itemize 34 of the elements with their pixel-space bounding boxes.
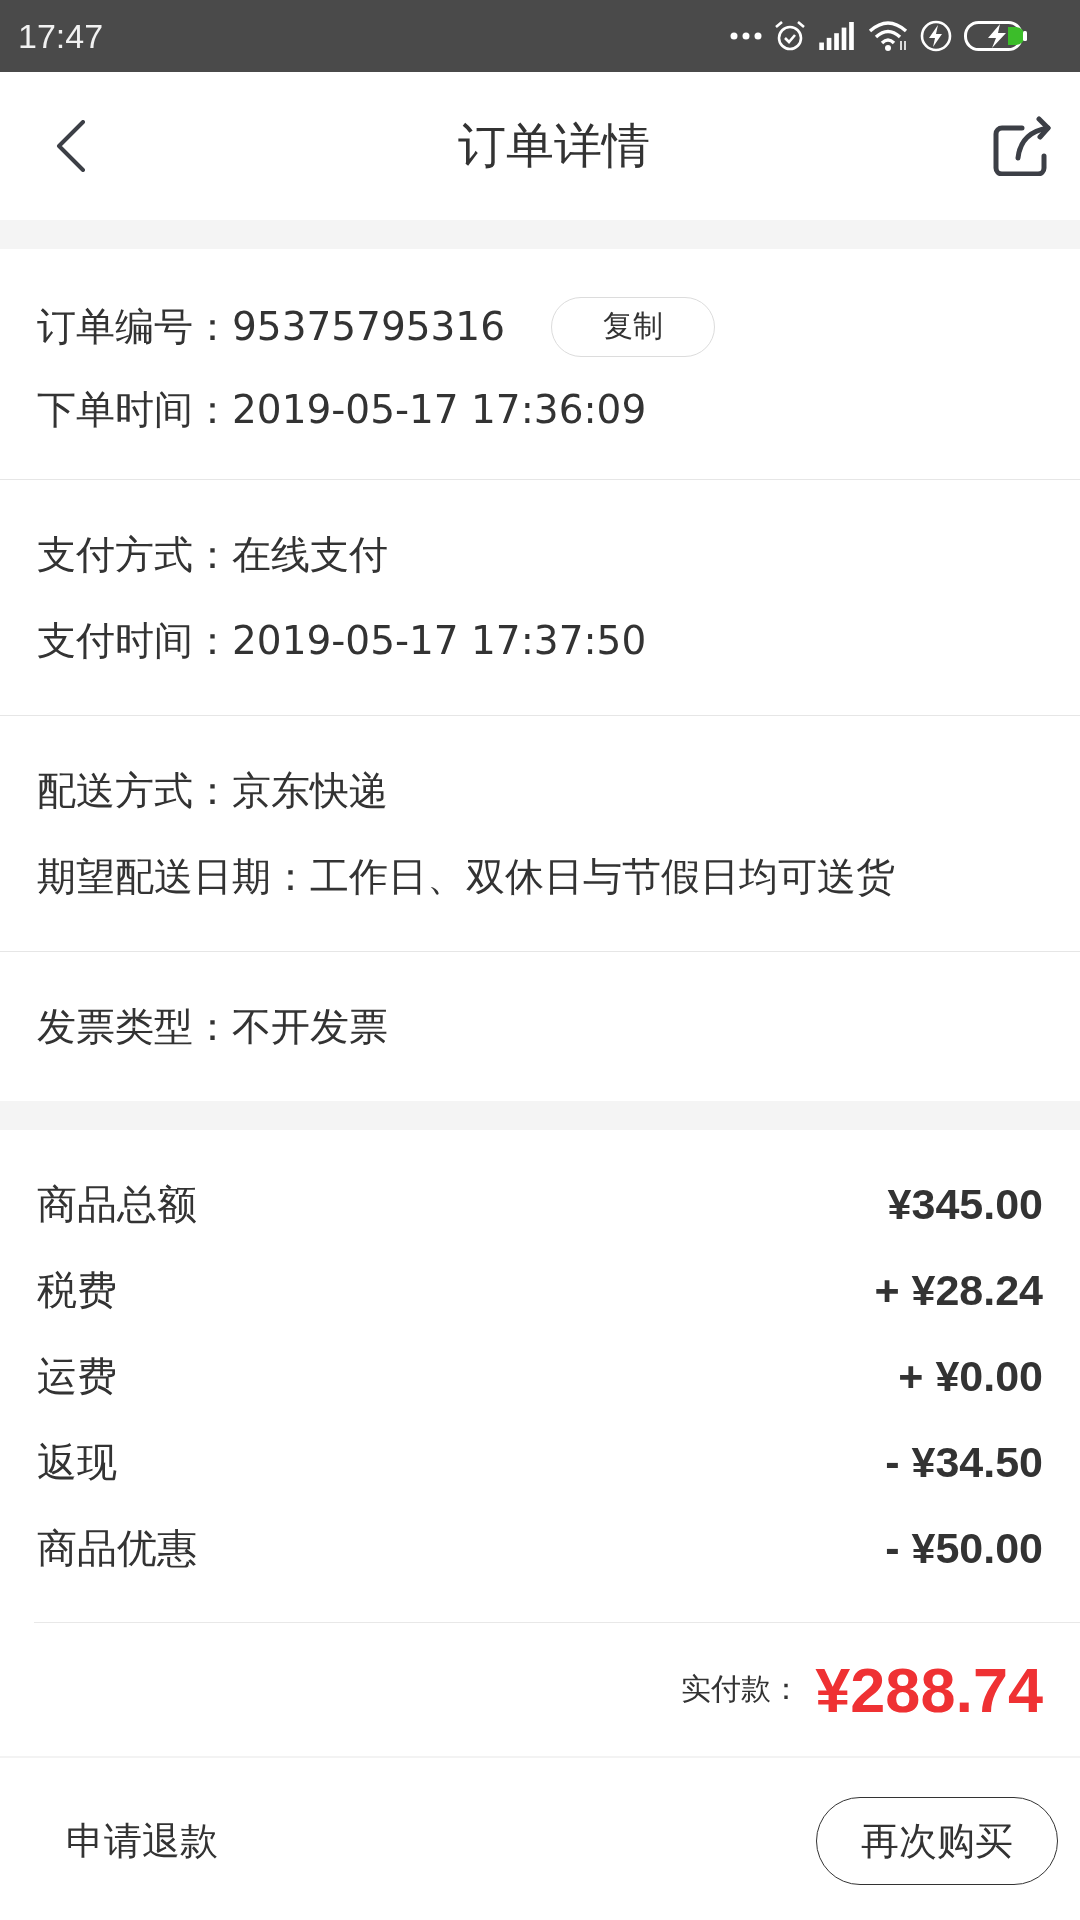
fee-label: 商品优惠 [37, 1524, 197, 1572]
fee-label: 运费 [37, 1352, 117, 1400]
order-info-text: 期望配送日期：工作日、双休日与节假日均可送货 [37, 853, 895, 901]
buy-again-button[interactable]: 再次购买 [816, 1797, 1058, 1885]
status-time: 17:47 [18, 16, 104, 56]
battery-charging-icon [964, 21, 1028, 51]
share-icon [992, 116, 1052, 176]
fee-label: 商品总额 [37, 1180, 197, 1228]
page-title: 订单详情 [458, 118, 650, 174]
copy-button[interactable]: 复制 [550, 296, 715, 357]
share-button[interactable] [992, 116, 1052, 176]
order-info-text: 下单时间：2019-05-17 17:36:09 [37, 385, 647, 434]
fee-amount: ¥345.00 [887, 1179, 1043, 1229]
fee-amount: + ¥0.00 [898, 1351, 1043, 1401]
paid-label: 实付款： [681, 1671, 802, 1707]
order-info-text: 发票类型：不开发票 [37, 1003, 388, 1051]
fee-amount: + ¥28.24 [874, 1265, 1043, 1315]
order-info-text: 支付方式：在线支付 [37, 531, 388, 579]
order-info-text: 配送方式：京东快递 [37, 767, 388, 815]
back-button[interactable] [56, 120, 86, 172]
wifi-icon [868, 21, 908, 51]
order-info-text: 订单编号：95375795316 [37, 302, 505, 351]
back-chevron-icon [56, 120, 86, 172]
alarm-clock-icon [774, 20, 806, 52]
order-info-text: 支付时间：2019-05-17 17:37:50 [37, 617, 647, 665]
fee-label: 返现 [37, 1438, 117, 1486]
lightning-circle-icon [920, 20, 952, 52]
fee-amount: - ¥50.00 [885, 1523, 1043, 1573]
more-dots-icon [730, 32, 762, 40]
fee-label: 税费 [37, 1266, 117, 1314]
fee-amount: - ¥34.50 [885, 1437, 1043, 1487]
paid-amount: ¥288.74 [815, 1653, 1043, 1726]
signal-icon [818, 22, 856, 50]
refund-link[interactable]: 申请退款 [66, 1815, 218, 1867]
